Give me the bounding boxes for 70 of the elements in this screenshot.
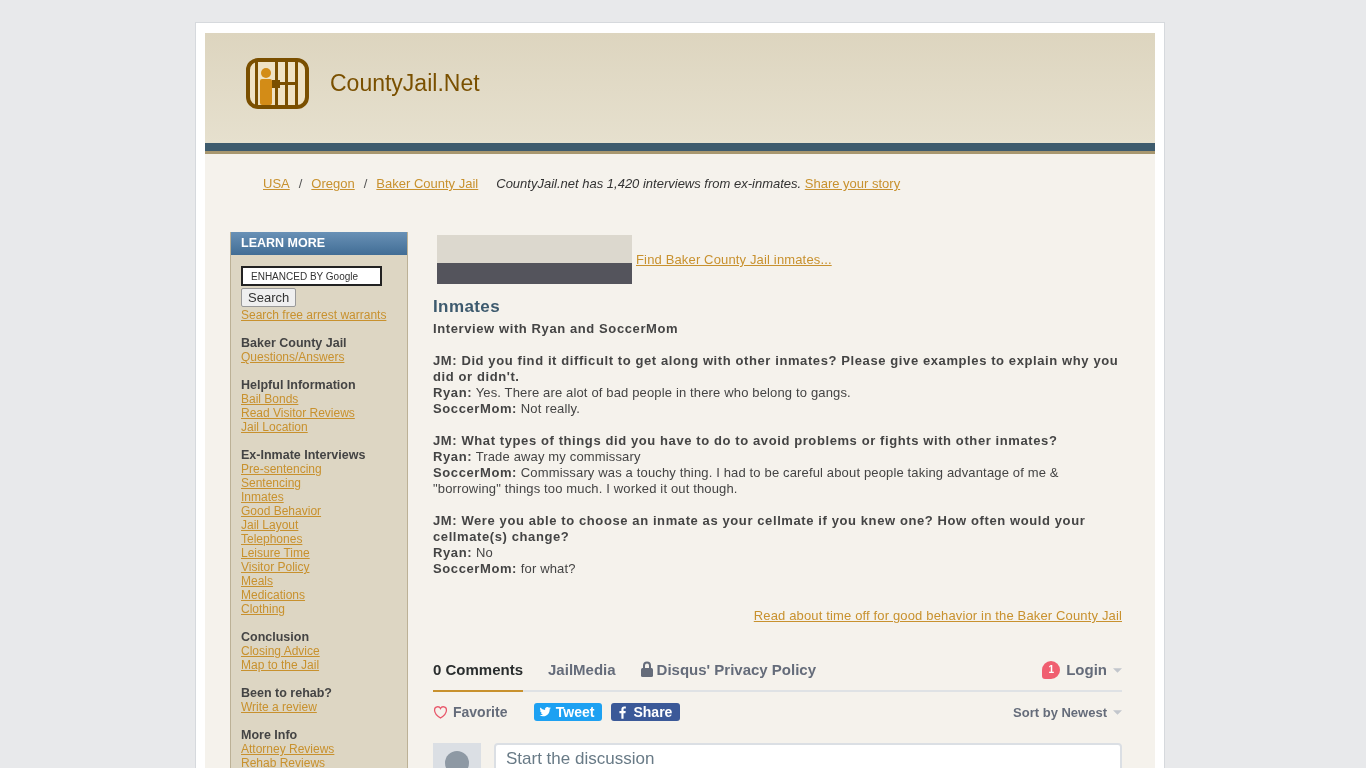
comment-field[interactable]: Start the discussion: [494, 743, 1122, 768]
photo-placeholder: [437, 235, 502, 284]
interview-title: Interview with Ryan and SoccerMom: [433, 321, 680, 337]
answer-text: SoccerMom: Commissary was a touchy thing. I had to be careful about people taking advantage of me & "borrowing" things too much. I worked it out though.: [433, 465, 1060, 497]
login-menu[interactable]: Login: [1066, 660, 1122, 680]
sidebar-link[interactable]: Visitor Policy: [241, 560, 310, 574]
person-behind-bars-icon: [246, 58, 309, 109]
site-title[interactable]: CountyJail.Net: [330, 70, 480, 97]
f-logo-icon: [619, 705, 627, 719]
sort-menu[interactable]: Sort by Newest: [1013, 704, 1122, 720]
sidebar-link[interactable]: Good Behavior: [241, 504, 322, 518]
answer-text: SoccerMom: for what?: [433, 561, 577, 577]
answer-text: Ryan: Trade away my commissary: [433, 449, 642, 465]
page-heading: Inmates: [433, 297, 502, 317]
sidebar-link[interactable]: Medications: [241, 588, 306, 602]
lock-icon: [640, 660, 653, 677]
site-tagline: CountyJail.net has 1,420 interviews from ex-inmates. Share your story: [496, 176, 901, 192]
search-button[interactable]: Search: [241, 288, 297, 307]
privacy-policy-link[interactable]: Disqus' Privacy Policy: [640, 660, 817, 692]
good-behavior-link[interactable]: Read about time off for good behavior in the Baker County Jail: [753, 608, 1122, 623]
search-field[interactable]: ENHANCED BY Google: [241, 266, 382, 286]
section-heading: Baker County Jail: [241, 336, 347, 350]
section-heading: Been to rehab?: [241, 686, 332, 700]
sidebar-link[interactable]: Write a review: [241, 700, 317, 714]
breadcrumb-separator: /: [298, 176, 303, 192]
answer-text: Ryan: No: [433, 545, 494, 561]
breadcrumb-link[interactable]: USA: [263, 176, 290, 192]
sidebar-link[interactable]: Telephones: [241, 532, 303, 546]
sidebar-title: LEARN MORE: [231, 232, 407, 255]
breadcrumb-link[interactable]: Oregon: [311, 176, 355, 192]
favorite-button[interactable]: Favorite: [433, 704, 508, 720]
section-heading: Conclusion: [241, 630, 310, 644]
answer-text: Ryan: Yes. There are alot of bad people in there who belong to gangs.: [433, 385, 852, 401]
question-text: JM: Were you able to choose an inmate as your cellmate if you knew one? How often would your cellmate(s) change?: [433, 513, 1087, 545]
tweet-button[interactable]: Tweet: [534, 703, 603, 721]
sidebar-link[interactable]: Meals: [241, 574, 273, 588]
photo-placeholder: [567, 235, 632, 284]
heart-icon: [433, 705, 448, 719]
bird-icon: [539, 706, 552, 718]
question-text: JM: What types of things did you have to do to avoid problems or fights with other inmates?: [433, 433, 1059, 449]
sidebar-link[interactable]: Sentencing: [241, 476, 302, 490]
section-heading: More Info: [241, 728, 298, 742]
sidebar-link[interactable]: Rehab Reviews: [241, 756, 326, 768]
caret-icon: [1113, 667, 1122, 673]
sidebar-link[interactable]: Pre-sentencing: [241, 462, 322, 476]
sidebar-link[interactable]: Jail Location: [241, 420, 308, 434]
section-heading: Helpful Information: [241, 378, 356, 392]
sidebar-link[interactable]: Attorney Reviews: [241, 742, 335, 756]
question-text: JM: Did you find it difficult to get along with other inmates? Please give examples to explain why you did or didn't.: [433, 353, 1120, 385]
caret-icon: [1113, 709, 1122, 715]
breadcrumb-link[interactable]: Baker County Jail: [376, 176, 479, 192]
sidebar-link[interactable]: Inmates: [241, 490, 284, 504]
share-story-link[interactable]: Share your story: [804, 176, 901, 191]
facebook-share-button[interactable]: Share: [611, 703, 681, 721]
answer-text: SoccerMom: Not really.: [433, 401, 581, 417]
sidebar-link[interactable]: Bail Bonds: [241, 392, 299, 406]
comments-tab[interactable]: JailMedia: [548, 660, 616, 692]
comments-tab[interactable]: 0 Comments: [433, 660, 524, 692]
sidebar-link[interactable]: Clothing: [241, 602, 286, 616]
sidebar-link[interactable]: Leisure Time: [241, 546, 310, 560]
sidebar-link[interactable]: Questions/Answers: [241, 350, 345, 364]
breadcrumb-separator: /: [363, 176, 368, 192]
arrest-warrants-link[interactable]: Search free arrest warrants: [241, 308, 387, 322]
find-inmates-link[interactable]: Find Baker County Jail inmates...: [636, 252, 832, 267]
sidebar-link[interactable]: Read Visitor Reviews: [241, 406, 355, 420]
sidebar-link[interactable]: Jail Layout: [241, 518, 299, 532]
sidebar-link[interactable]: Map to the Jail: [241, 658, 320, 672]
sidebar-link[interactable]: Closing Advice: [241, 644, 320, 658]
section-heading: Ex-Inmate Interviews: [241, 448, 366, 462]
notification-badge: 1: [1042, 661, 1061, 679]
